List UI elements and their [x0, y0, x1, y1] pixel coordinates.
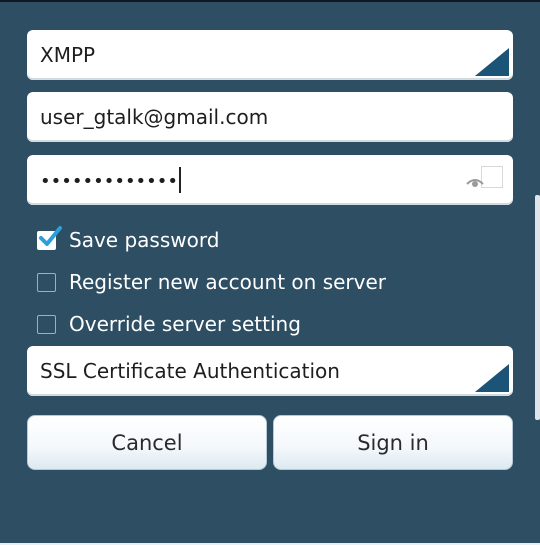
dropdown-corner-triangle-icon — [475, 48, 509, 76]
security-value: SSL Certificate Authentication — [40, 359, 340, 383]
show-password-icon — [466, 179, 484, 187]
text-cursor — [179, 166, 182, 193]
show-password-toggle[interactable] — [466, 166, 503, 188]
save-password-checkbox[interactable] — [37, 225, 62, 250]
cancel-button[interactable]: Cancel — [27, 415, 267, 470]
override-server-checkbox[interactable] — [37, 314, 56, 334]
register-account-option[interactable]: Register new account on server — [37, 267, 386, 297]
dropdown-corner-triangle-icon — [475, 364, 509, 392]
username-field[interactable]: user_gtalk@gmail.com — [27, 92, 513, 142]
override-server-option[interactable]: Override server setting — [37, 309, 301, 339]
save-password-option[interactable]: Save password — [37, 225, 219, 255]
checkmark-icon — [39, 225, 62, 246]
password-masked-value: ••••••••••••• — [40, 171, 179, 192]
register-account-label: Register new account on server — [69, 270, 387, 294]
override-server-label: Override server setting — [69, 312, 301, 336]
security-spinner[interactable]: SSL Certificate Authentication — [27, 346, 513, 396]
password-field[interactable]: ••••••••••••• — [27, 155, 513, 205]
account-type-spinner[interactable]: XMPP — [27, 30, 513, 80]
top-divider — [0, 0, 540, 2]
sign-in-button[interactable]: Sign in — [273, 415, 513, 470]
scrollbar[interactable] — [535, 195, 540, 420]
username-value: user_gtalk@gmail.com — [40, 105, 269, 129]
save-password-label: Save password — [69, 228, 220, 252]
account-type-value: XMPP — [40, 43, 96, 67]
password-text: ••••••••••••• — [40, 155, 182, 205]
register-account-checkbox[interactable] — [37, 272, 56, 292]
